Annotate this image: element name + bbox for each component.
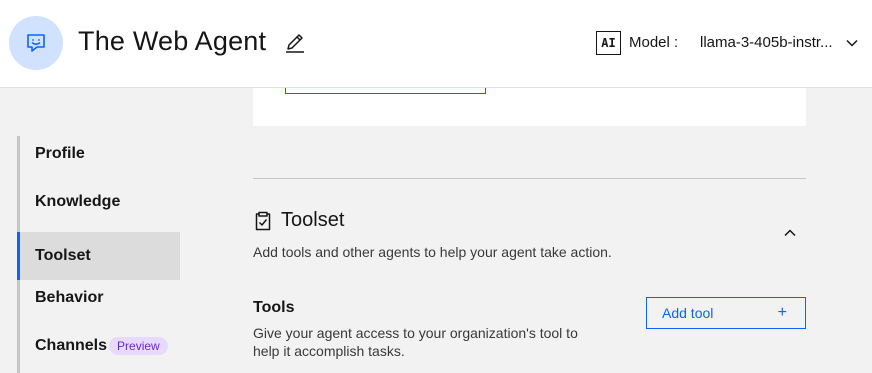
app-header: The Web Agent AI Model : llama-3-405b-in…	[0, 0, 872, 88]
clipboard-check-icon	[255, 211, 271, 231]
tools-description: Give your agent access to your organizat…	[253, 325, 578, 359]
sidebar-item-channels[interactable]: Channels Preview	[17, 322, 180, 370]
toolset-description: Add tools and other agents to help your …	[253, 244, 612, 260]
ai-model-icon: AI	[596, 31, 621, 55]
sidebar-item-label: Behavior	[35, 289, 104, 306]
sidebar-item-profile[interactable]: Profile	[17, 130, 180, 178]
sidebar-item-toolset[interactable]: Toolset	[17, 232, 180, 280]
chat-bot-icon	[27, 34, 45, 52]
previous-section-card	[253, 88, 806, 126]
add-tool-button[interactable]: Add tool +	[646, 297, 806, 329]
add-tool-label: Add tool	[662, 305, 714, 321]
chevron-down-icon[interactable]	[845, 36, 859, 50]
preview-badge: Preview	[109, 337, 168, 355]
text-input[interactable]	[285, 88, 486, 94]
sidebar-item-knowledge[interactable]: Knowledge	[17, 178, 180, 226]
toolset-heading: Toolset	[281, 209, 345, 231]
edit-icon[interactable]	[284, 32, 306, 54]
sidebar-nav: Profile Knowledge Toolset Behavior Chann…	[17, 136, 180, 373]
model-label: Model :	[629, 34, 679, 51]
tools-heading: Tools	[253, 299, 295, 316]
sidebar-item-label: Channels	[35, 337, 108, 354]
plus-icon: +	[777, 304, 787, 321]
section-divider	[253, 178, 806, 179]
sidebar-item-label: Toolset	[35, 247, 91, 264]
sidebar-item-label: Knowledge	[35, 193, 121, 210]
sidebar-item-label: Profile	[35, 145, 85, 162]
model-select[interactable]: llama-3-405b-instr...	[700, 34, 833, 51]
sidebar-item-behavior[interactable]: Behavior	[17, 274, 180, 322]
chevron-up-icon[interactable]	[783, 226, 797, 240]
agent-avatar[interactable]	[9, 16, 63, 70]
agent-name: The Web Agent	[78, 26, 267, 56]
